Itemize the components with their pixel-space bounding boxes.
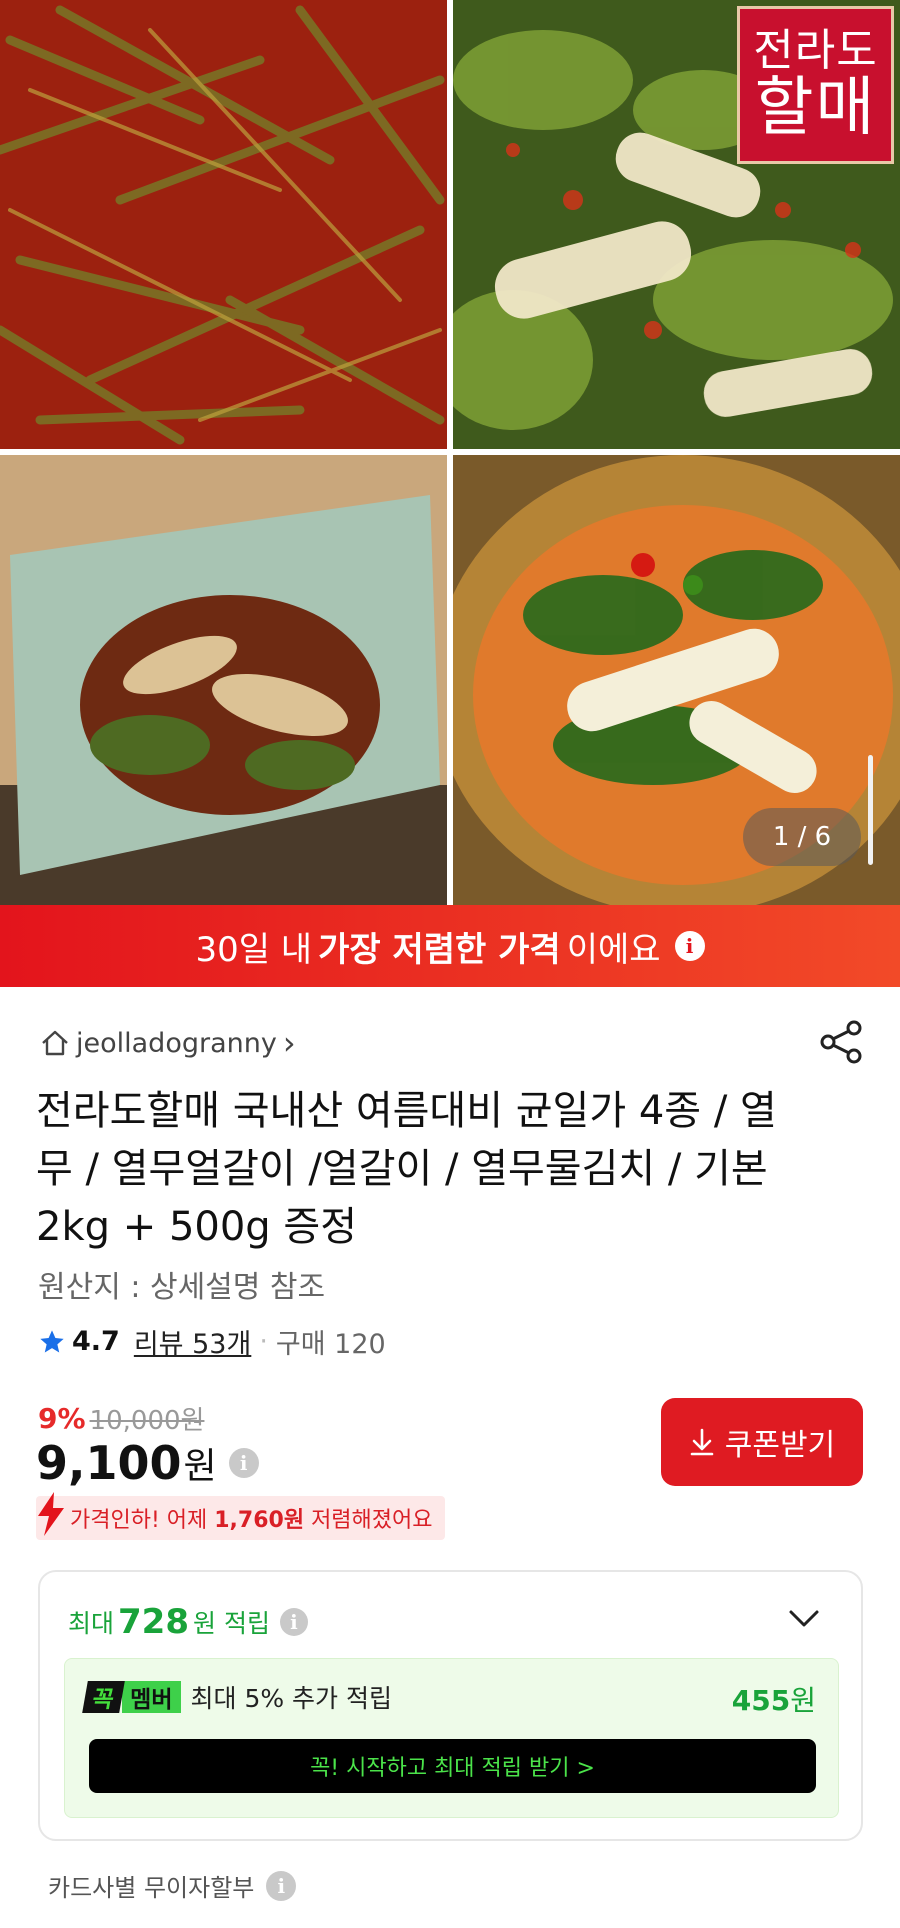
drop-amount: 1,760원 xyxy=(214,1508,305,1533)
price-unit: 원 xyxy=(183,1446,217,1487)
price-drop-text: 가격인하! 어제 1,760원 저렴해졌어요 xyxy=(36,1496,445,1540)
card-installment-row[interactable]: 카드사별 무이자할부 i xyxy=(48,1868,297,1903)
coupon-button-label: 쿠폰받기 xyxy=(724,1428,836,1463)
seller-name: jeolladogranny xyxy=(76,1027,277,1059)
info-icon[interactable]: i xyxy=(674,931,705,961)
product-image-kimchi-plate xyxy=(0,455,447,905)
points-amount: 728 xyxy=(118,1602,189,1642)
logo-text-line1: 전라도 xyxy=(753,25,878,77)
installment-label: 카드사별 무이자할부 xyxy=(48,1874,255,1902)
chevron-right-icon: › xyxy=(282,1024,296,1062)
chevron-down-icon[interactable] xyxy=(788,1608,820,1630)
lowest-price-banner[interactable]: 30일 내 가장 저렴한 가격 이에요 i xyxy=(0,905,900,987)
member-points-amount: 455원 xyxy=(732,1679,816,1719)
original-price: 10,000원 xyxy=(89,1406,205,1436)
purchase-count: 구매 120 xyxy=(275,1329,386,1360)
sale-price: 9,100 xyxy=(36,1436,182,1490)
product-origin: 원산지 : 상세설명 참조 xyxy=(38,1270,326,1305)
member-badge-kkok: 꼭 xyxy=(82,1681,125,1713)
price-row: 9,100 원 i xyxy=(36,1436,259,1490)
lightning-icon xyxy=(38,1492,64,1536)
member-amount-value: 455 xyxy=(731,1684,791,1717)
gallery-scroll-indicator xyxy=(868,755,873,865)
logo-text-line2: 할매 xyxy=(754,70,877,145)
banner-prefix: 30일 내 xyxy=(195,929,313,970)
drop-suffix: 저렴해졌어요 xyxy=(304,1508,433,1533)
price-info-icon[interactable]: i xyxy=(228,1448,259,1478)
member-amount-unit: 원 xyxy=(790,1684,816,1717)
points-header[interactable]: 최대 728 원 적립 i xyxy=(68,1602,308,1642)
member-badge-member: 멤버 xyxy=(122,1681,181,1713)
points-suffix: 원 적립 xyxy=(193,1609,270,1638)
product-image-gallery[interactable]: 전라도 할매 1 / 6 xyxy=(0,0,900,905)
discount-row: 9% 10,000원 xyxy=(38,1400,204,1437)
rating-score: 4.7 xyxy=(72,1326,120,1357)
star-icon xyxy=(40,1329,64,1352)
product-title: 전라도할매 국내산 여름대비 균일가 4종 / 열무 / 열무얼갈이 /얼갈이 … xyxy=(36,1088,777,1250)
coupon-download-button[interactable]: 쿠폰받기 xyxy=(661,1398,863,1486)
points-card: 최대 728 원 적립 i 꼭 멤버 최대 5% 추가 적립 455원 꼭! 시작… xyxy=(38,1570,863,1841)
banner-suffix: 이에요 xyxy=(566,929,661,970)
member-badge: 꼭 멤버 xyxy=(82,1681,181,1713)
separator-dot: · xyxy=(259,1326,268,1357)
member-benefit-box: 꼭 멤버 최대 5% 추가 적립 455원 꼭! 시작하고 최대 적립 받기 > xyxy=(64,1658,839,1818)
banner-bold: 가장 저렴한 가격 xyxy=(318,929,561,970)
price-drop-notice: 가격인하! 어제 1,760원 저렴해졌어요 xyxy=(36,1492,445,1540)
gallery-page-counter: 1 / 6 xyxy=(743,808,861,866)
brand-logo: 전라도 할매 xyxy=(737,6,894,164)
discount-rate: 9% xyxy=(38,1402,86,1435)
reviews-link[interactable]: 리뷰 53개 xyxy=(134,1322,251,1361)
member-row: 꼭 멤버 최대 5% 추가 적립 xyxy=(82,1679,393,1715)
rating-row: 4.7 리뷰 53개 · 구매 120 xyxy=(38,1322,386,1361)
home-icon xyxy=(42,1030,68,1056)
start-membership-button[interactable]: 꼭! 시작하고 최대 적립 받기 > xyxy=(89,1739,816,1793)
points-info-icon[interactable]: i xyxy=(279,1608,308,1636)
drop-prefix: 가격인하! 어제 xyxy=(70,1508,215,1533)
points-prefix: 최대 xyxy=(68,1609,115,1638)
seller-link[interactable]: jeolladogranny › xyxy=(40,1024,296,1062)
installment-info-icon[interactable]: i xyxy=(266,1870,297,1901)
download-arrow-icon xyxy=(690,1428,714,1456)
share-icon[interactable] xyxy=(818,1018,866,1066)
member-benefit-text: 최대 5% 추가 적립 xyxy=(190,1684,393,1713)
product-image-yeolmu-kimchi xyxy=(0,0,447,449)
